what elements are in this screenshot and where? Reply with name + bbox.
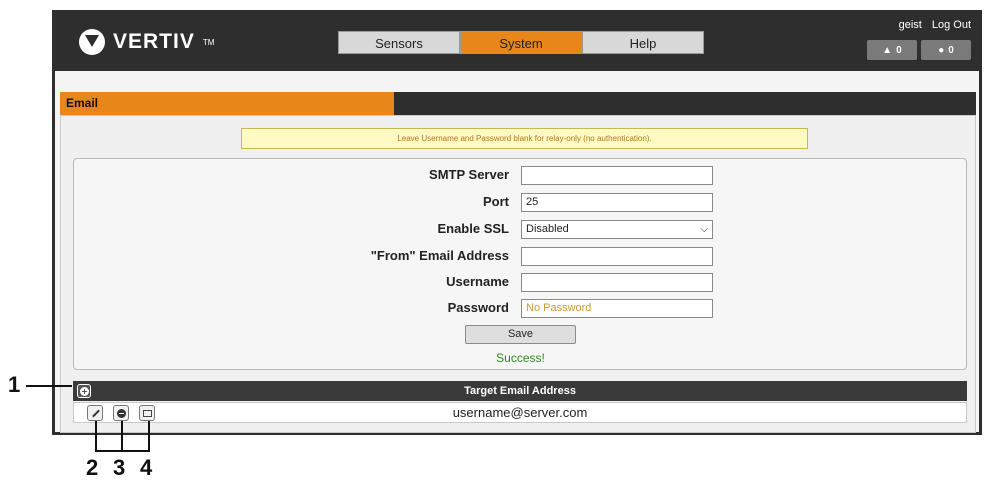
callout-1-line — [26, 385, 72, 387]
brand-tm: TM — [202, 37, 215, 47]
email-settings-form: SMTP Server Port 25 Enable SSL Disabled … — [73, 158, 967, 370]
vertiv-logo: VERTIV TM — [79, 29, 214, 55]
callout-bottom-line — [95, 450, 150, 452]
row-port: Port 25 — [74, 193, 966, 213]
enable-ssl-select[interactable]: Disabled ⌵ — [521, 220, 713, 239]
user-area: geist Log Out ▲ 0 ● 0 — [867, 19, 971, 60]
notice-banner: Leave Username and Password blank for re… — [241, 128, 808, 149]
smtp-server-input[interactable] — [521, 166, 713, 185]
warning-count: 0 — [948, 44, 954, 56]
row-enable-ssl: Enable SSL Disabled ⌵ — [74, 220, 966, 240]
plus-icon — [79, 386, 89, 396]
vertiv-logo-icon — [79, 29, 105, 55]
tab-system[interactable]: System — [460, 31, 582, 54]
callout-2-line — [95, 421, 97, 451]
row-from-address: "From" Email Address — [74, 247, 966, 267]
username-label: Username — [446, 274, 509, 289]
callout-2: 2 — [86, 455, 99, 480]
top-bar: VERTIV TM Sensors System Help geist Log O… — [55, 13, 979, 71]
alarm-count: 0 — [896, 44, 902, 56]
enable-ssl-label: Enable SSL — [437, 221, 509, 236]
tab-email[interactable]: Email — [60, 92, 394, 115]
smtp-server-label: SMTP Server — [429, 167, 509, 182]
from-address-input[interactable] — [521, 247, 713, 266]
info-icon: ● — [938, 44, 945, 56]
add-target-button[interactable] — [77, 384, 91, 398]
brand-name: VERTIV — [113, 30, 195, 53]
warning-icon: ▲ — [882, 44, 893, 56]
test-email-button[interactable] — [139, 405, 155, 421]
row-smtp-server: SMTP Server — [74, 166, 966, 186]
chevron-down-icon: ⌵ — [700, 224, 708, 235]
target-column-header: Target Email Address — [464, 385, 576, 397]
success-message: Success! — [496, 351, 545, 365]
delete-button[interactable] — [113, 405, 129, 421]
port-label: Port — [483, 194, 509, 209]
panel-tab-bar: Email — [60, 92, 976, 115]
target-email: username@server.com — [452, 405, 588, 420]
callout-3: 3 — [113, 455, 126, 480]
email-panel: Leave Username and Password blank for re… — [60, 115, 976, 433]
target-table-header: Target Email Address — [73, 381, 967, 401]
callout-3-line — [121, 421, 123, 451]
save-button[interactable]: Save — [465, 325, 576, 344]
envelope-icon — [142, 409, 152, 417]
row-username: Username — [74, 273, 966, 293]
tab-sensors[interactable]: Sensors — [338, 31, 460, 54]
username-input[interactable] — [521, 273, 713, 292]
callout-4: 4 — [140, 455, 153, 480]
alarm-badge[interactable]: ▲ 0 — [867, 40, 917, 60]
row-actions — [87, 405, 155, 421]
username-link[interactable]: geist — [899, 19, 922, 31]
row-password: Password No Password — [74, 299, 966, 319]
from-address-label: "From" Email Address — [370, 248, 509, 263]
port-input[interactable]: 25 — [521, 193, 713, 212]
minus-icon — [116, 408, 126, 418]
enable-ssl-value: Disabled — [526, 223, 569, 235]
wrench-icon — [91, 409, 100, 418]
password-input[interactable]: No Password — [521, 299, 713, 318]
callout-1: 1 — [8, 372, 21, 397]
warning-badge[interactable]: ● 0 — [921, 40, 971, 60]
callout-4-line — [148, 421, 150, 451]
app-window: VERTIV TM Sensors System Help geist Log O… — [52, 10, 982, 435]
tab-help[interactable]: Help — [582, 31, 704, 54]
logout-link[interactable]: Log Out — [932, 19, 971, 31]
main-nav: Sensors System Help — [338, 31, 704, 54]
table-row: username@server.com — [73, 402, 967, 423]
password-label: Password — [447, 300, 509, 315]
edit-button[interactable] — [87, 405, 103, 421]
